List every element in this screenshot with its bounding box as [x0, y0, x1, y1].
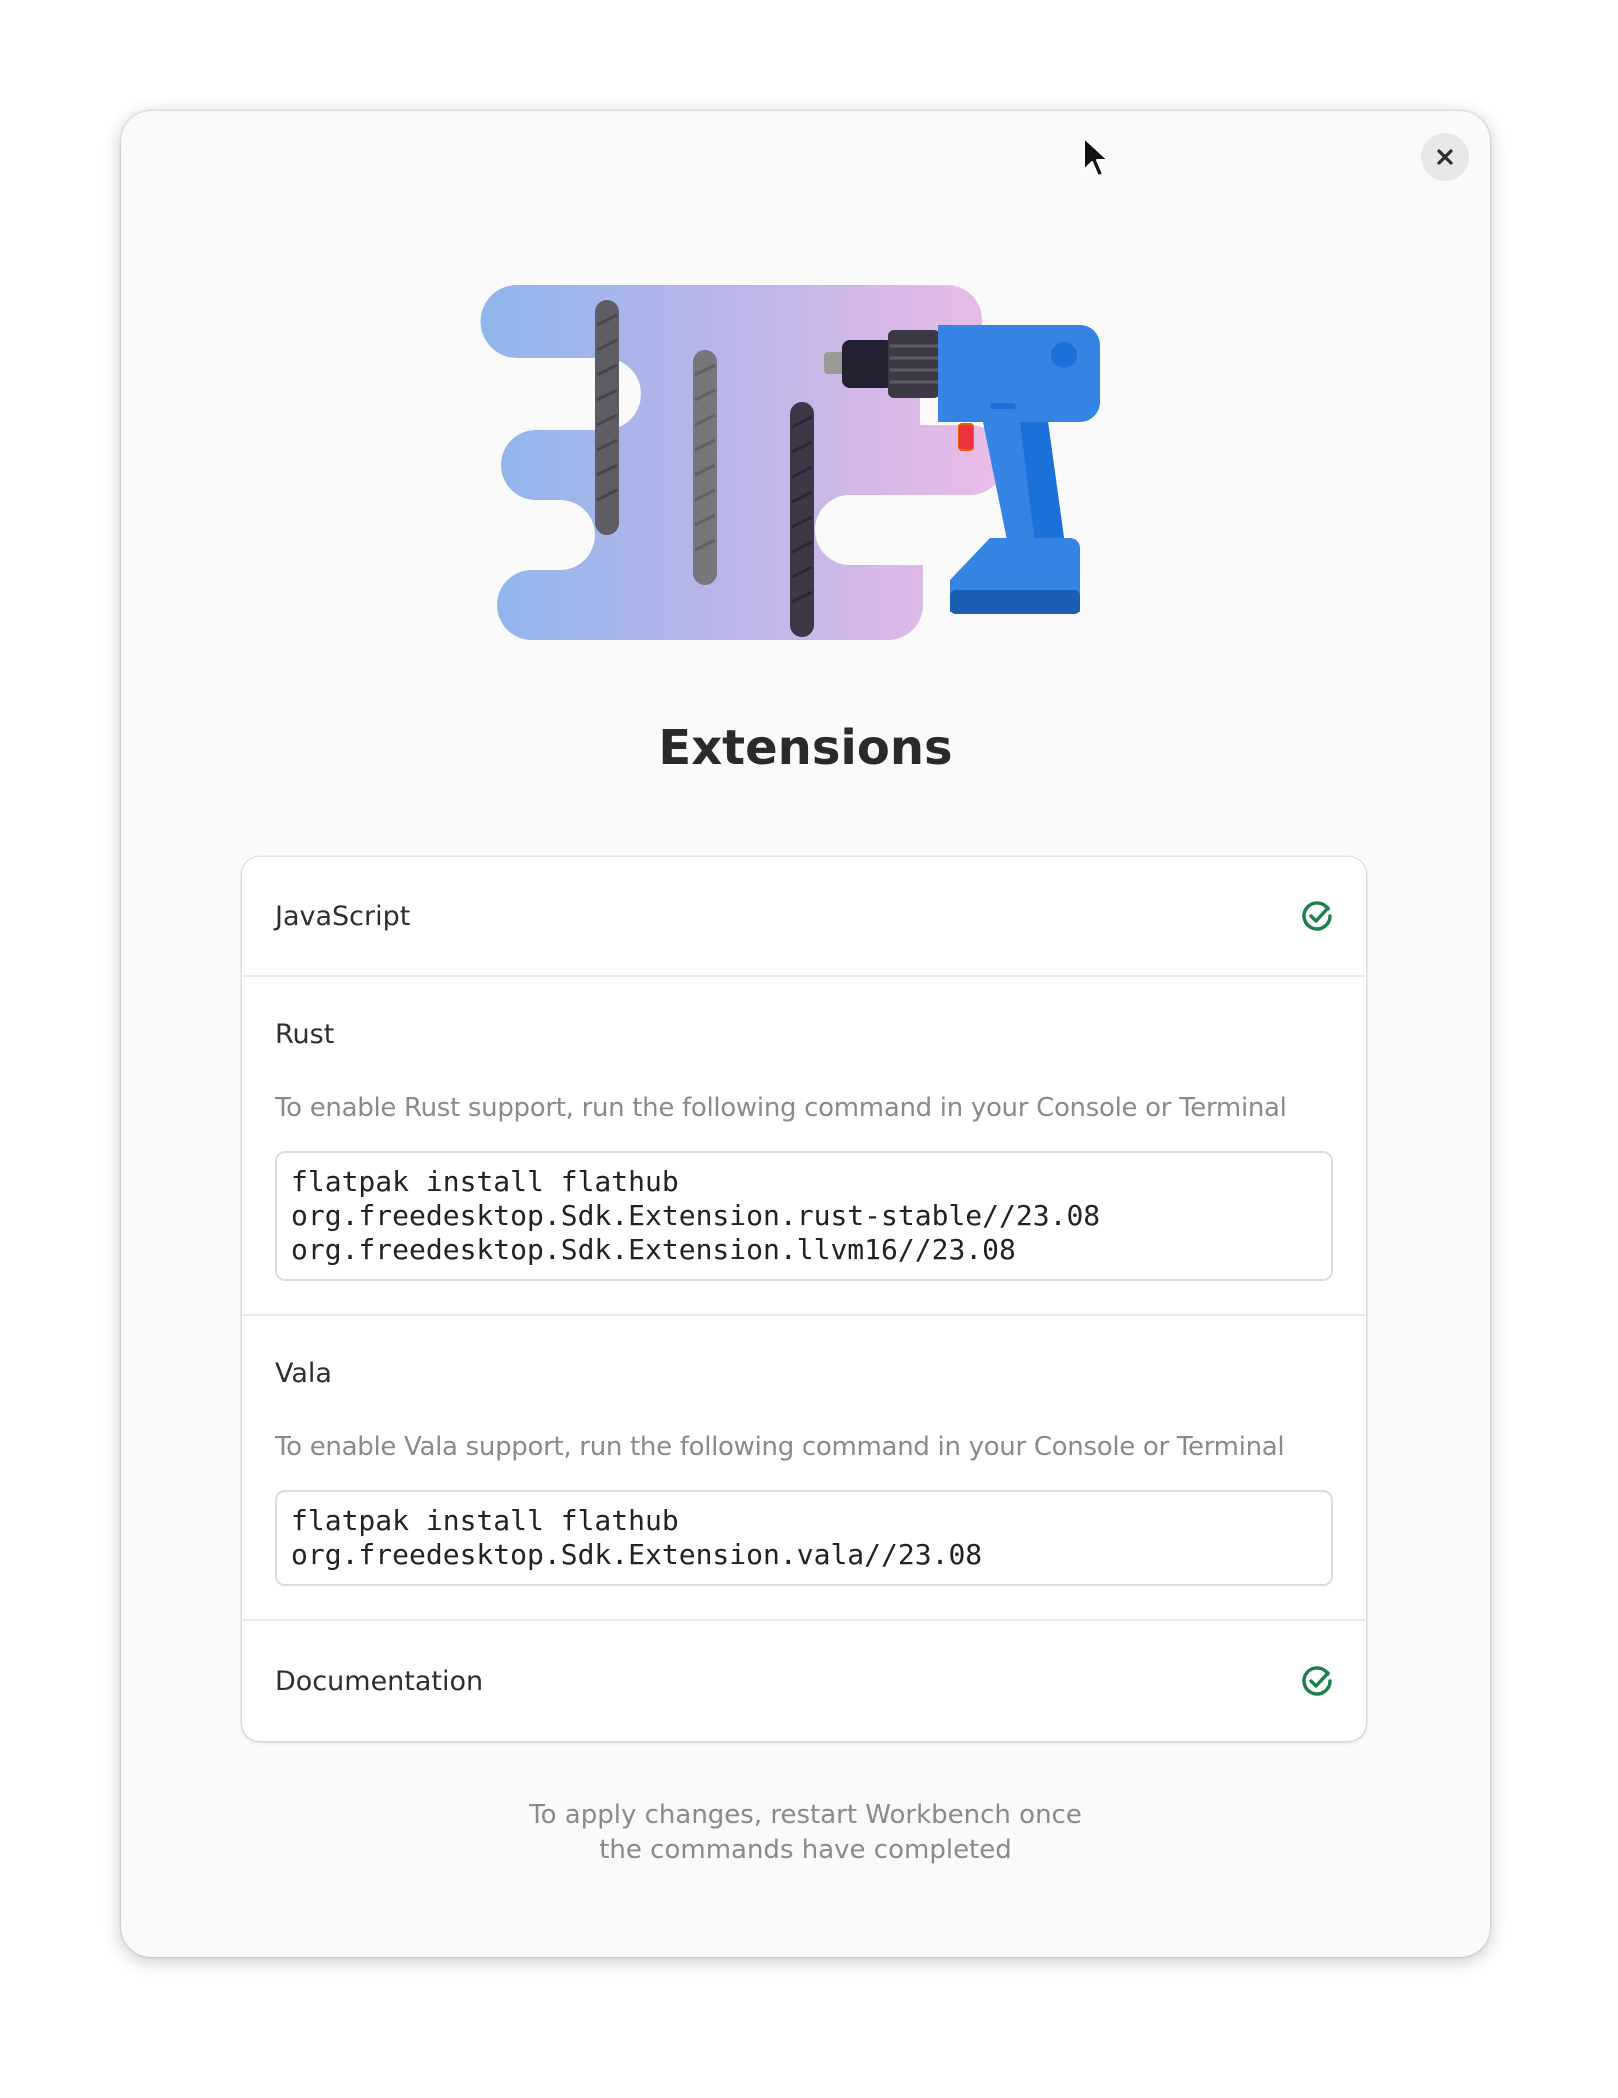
extension-description: To enable Vala support, run the followin… [275, 1432, 1285, 1462]
extension-label: Vala [275, 1358, 332, 1389]
extension-row-documentation: Documentation [242, 1621, 1366, 1741]
check-circle-icon [1302, 901, 1332, 931]
restart-hint-line2: the commands have completed [599, 1835, 1012, 1865]
restart-hint: To apply changes, restart Workbench once… [121, 1798, 1490, 1868]
extensions-list: JavaScript Rust To enable Rust support, … [242, 857, 1366, 1741]
extension-description: To enable Rust support, run the followin… [275, 1093, 1287, 1123]
extension-label: Rust [275, 1019, 335, 1050]
close-button[interactable] [1421, 133, 1469, 181]
mouse-pointer-icon [1083, 137, 1109, 177]
command-textbox[interactable]: flatpak install flathub org.freedesktop.… [275, 1151, 1333, 1281]
extensions-illustration [480, 285, 1100, 640]
command-textbox[interactable]: flatpak install flathub org.freedesktop.… [275, 1490, 1333, 1586]
close-icon [1437, 149, 1453, 165]
extension-label: Documentation [275, 1665, 484, 1697]
dialog-title: Extensions [658, 720, 953, 776]
extension-label: JavaScript [275, 900, 411, 932]
extension-row-vala: Vala To enable Vala support, run the fol… [242, 1316, 1366, 1621]
restart-hint-line1: To apply changes, restart Workbench once [529, 1800, 1082, 1830]
check-circle-icon [1302, 1666, 1332, 1696]
extension-row-rust: Rust To enable Rust support, run the fol… [242, 977, 1366, 1316]
extension-row-javascript: JavaScript [242, 857, 1366, 977]
